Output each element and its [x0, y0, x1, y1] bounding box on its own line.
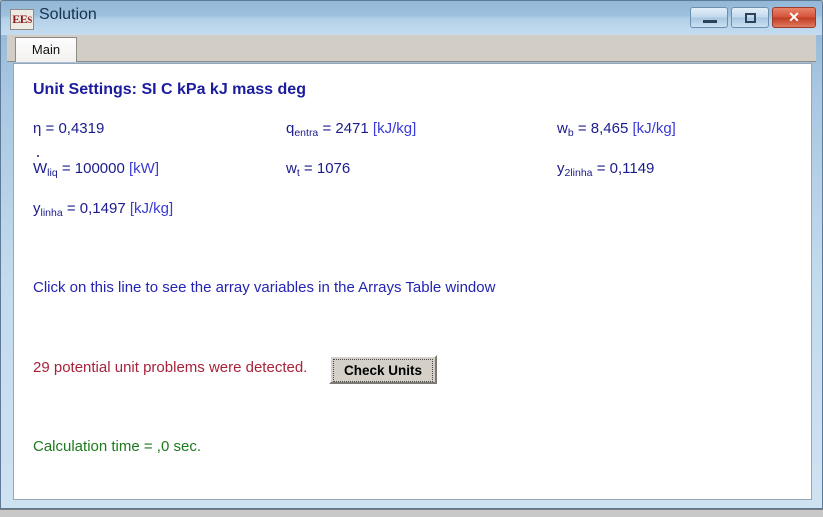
- arrays-table-link[interactable]: Click on this line to see the array vari…: [33, 279, 495, 296]
- ees-app-icon[interactable]: EES: [10, 9, 34, 30]
- tab-main[interactable]: Main: [15, 37, 77, 62]
- window-title: Solution: [39, 6, 97, 23]
- unit-settings-heading: Unit Settings: SI C kPa kJ mass deg: [33, 81, 306, 98]
- variable-y-linha: ylinha = 0,1497 [kJ/kg]: [33, 200, 174, 219]
- close-icon: ✕: [788, 9, 800, 25]
- tab-strip: Main: [7, 35, 816, 62]
- solution-client-area: Unit Settings: SI C kPa kJ mass deg η = …: [13, 63, 812, 500]
- variable-y-2linha: y2linha = 0,1149: [557, 160, 655, 179]
- window-controls: ✕: [690, 7, 816, 28]
- solution-window: EES Solution ✕ Main Unit Settings: SI C …: [0, 0, 823, 509]
- variable-w-b: wb = 8,465 [kJ/kg]: [557, 120, 676, 139]
- unit-problems-message: 29 potential unit problems were detected…: [33, 359, 308, 376]
- minimize-icon: [703, 20, 717, 23]
- maximize-button[interactable]: [731, 7, 769, 28]
- minimize-button[interactable]: [690, 7, 728, 28]
- check-units-label: Check Units: [333, 359, 433, 382]
- close-button[interactable]: ✕: [772, 7, 816, 28]
- variable-w-t: wt = 1076: [286, 160, 351, 179]
- ees-icon-letter-1: E: [12, 12, 20, 26]
- variable-eta: η = 0,4319: [33, 120, 105, 137]
- check-units-button[interactable]: Check Units: [329, 355, 437, 384]
- maximize-icon: [745, 13, 756, 23]
- calculation-time-message: Calculation time = ,0 sec.: [33, 438, 201, 455]
- variable-q-entra: qentra = 2471 [kJ/kg]: [286, 120, 417, 139]
- title-bar[interactable]: EES Solution ✕: [1, 1, 822, 35]
- ees-icon-letter-3: S: [27, 15, 32, 25]
- variable-w-liq: Wliq = 100000 [kW]: [33, 155, 159, 179]
